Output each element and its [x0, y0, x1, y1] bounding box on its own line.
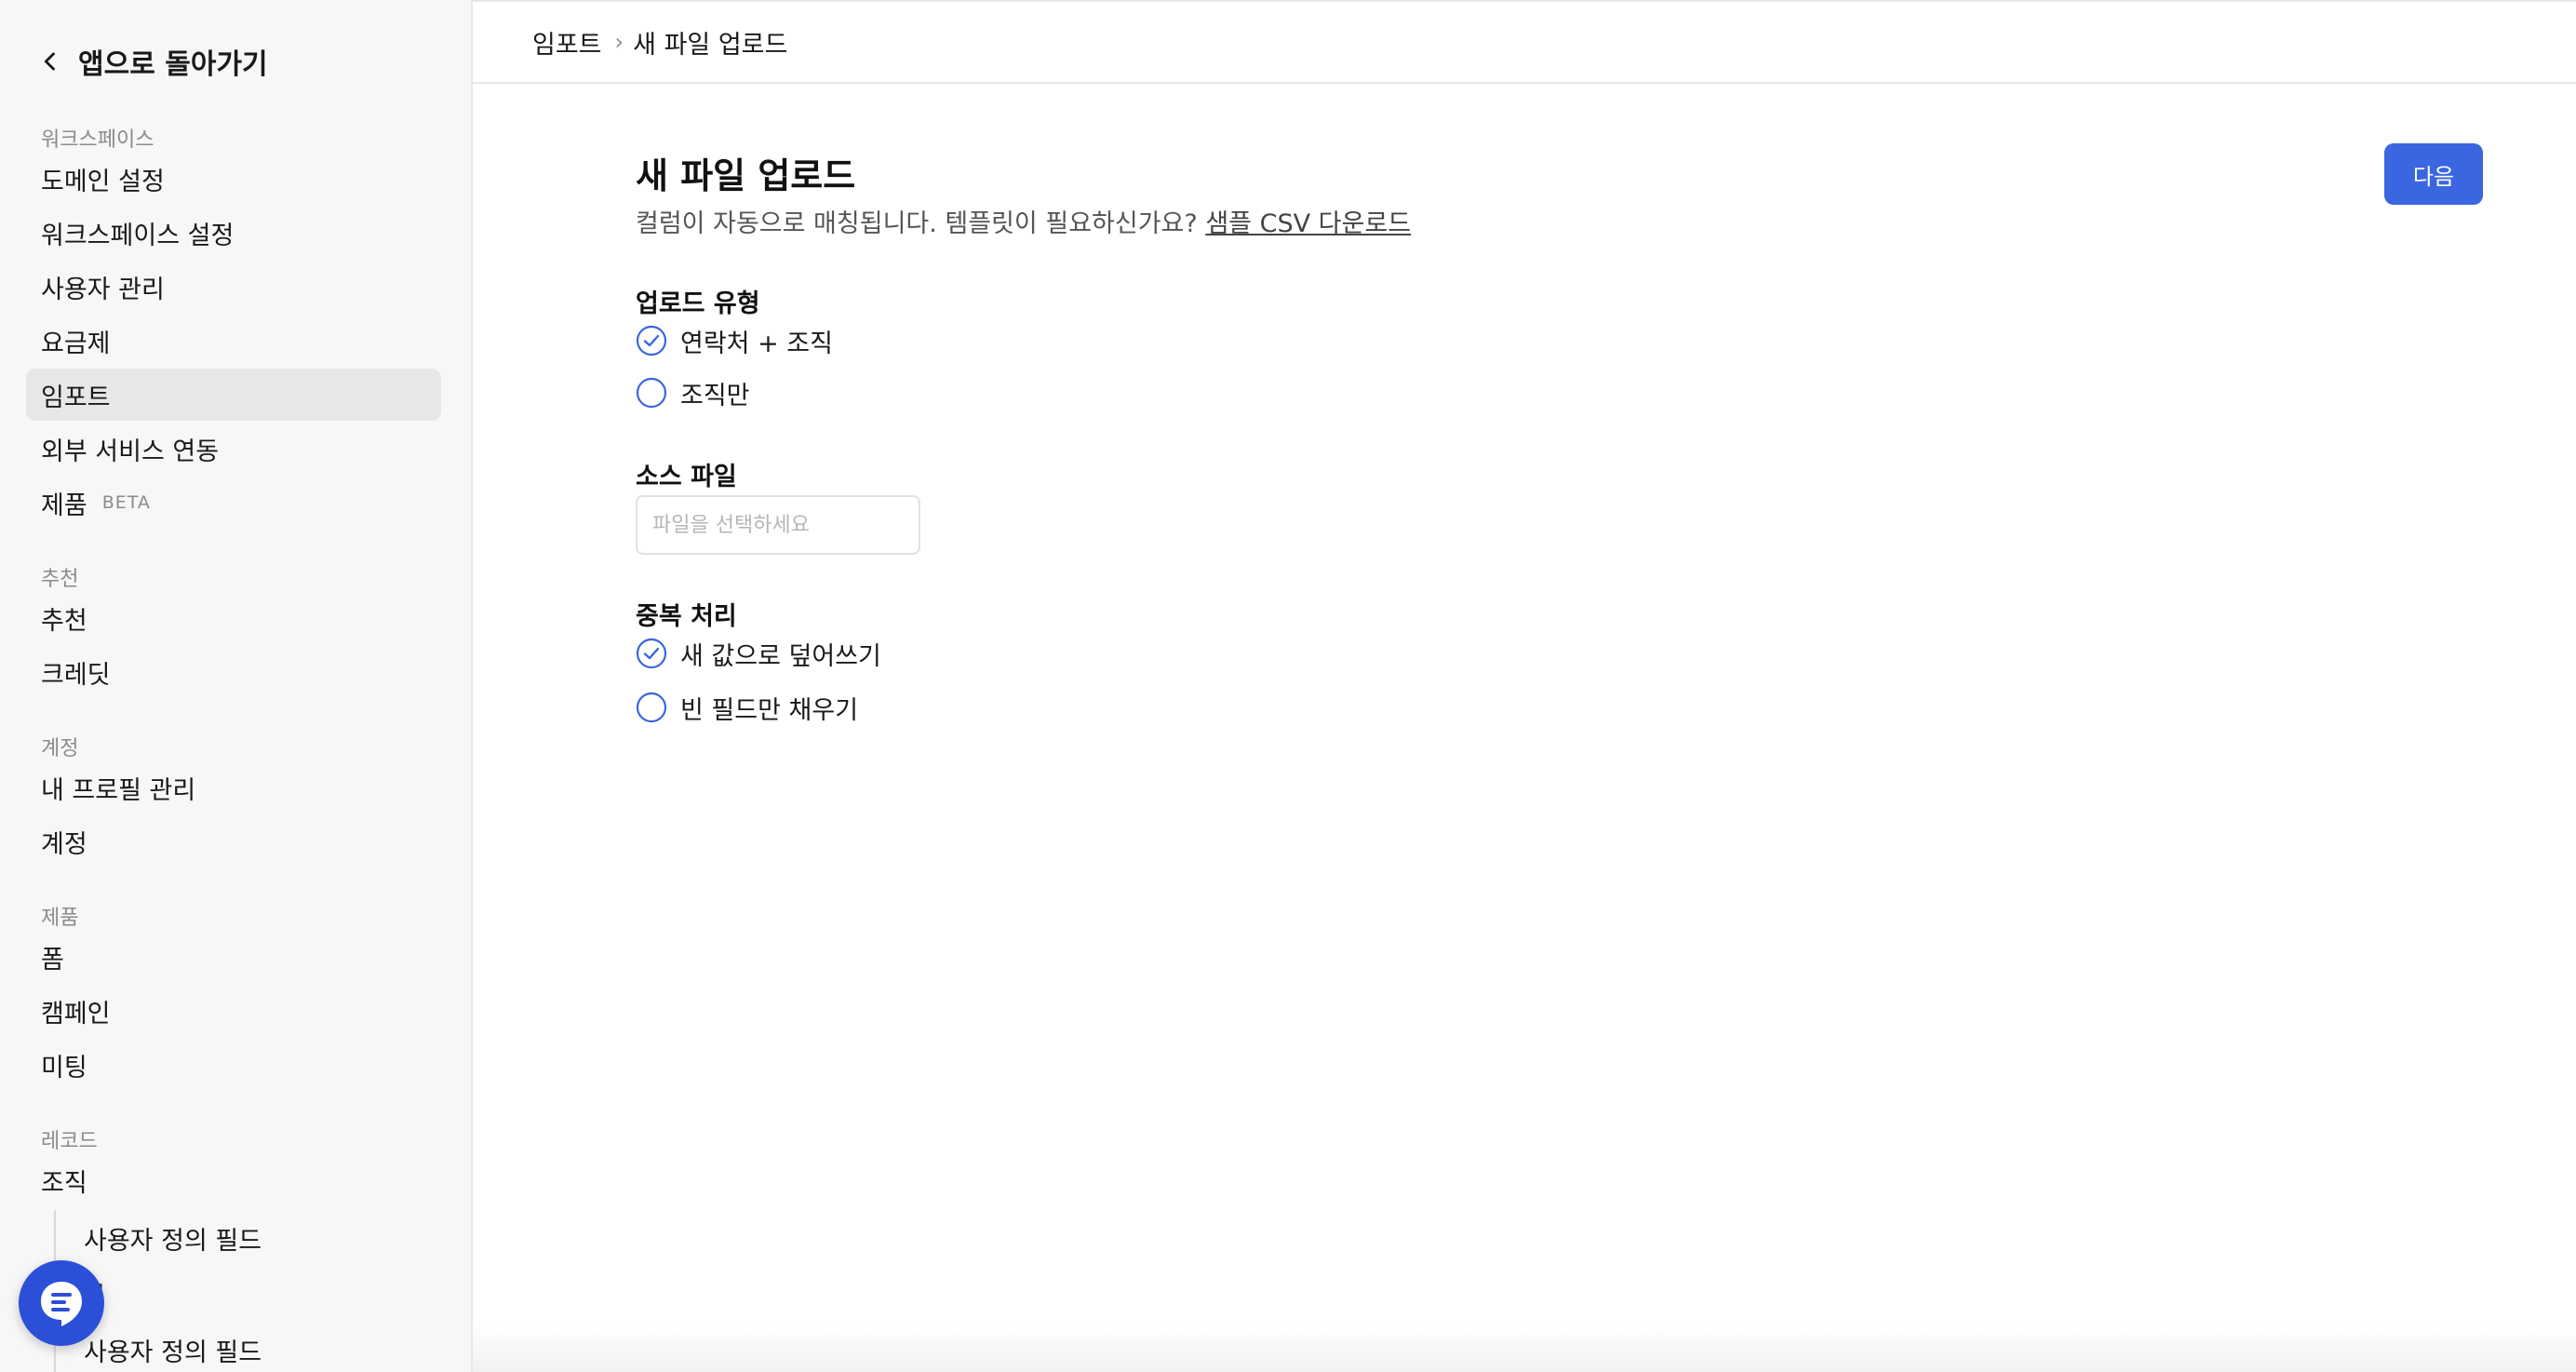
sidebar-item-import[interactable]: 임포트	[26, 369, 441, 421]
sidebar-item-label: 워크스페이스 설정	[41, 221, 235, 250]
section-label-product: 제품	[41, 907, 79, 930]
sidebar-subitem-contact-custom-fields[interactable]: 사용자 정의 필드	[84, 1324, 262, 1372]
back-to-app-link[interactable]: 앱으로 돌아가기	[37, 41, 268, 82]
radio-label: 조직만	[680, 381, 750, 410]
chat-bubble-icon	[41, 1282, 82, 1326]
source-file-label: 소스 파일	[636, 463, 737, 491]
sidebar-item-users[interactable]: 사용자 관리	[26, 261, 441, 313]
radio-label: 새 값으로 덮어쓰기	[680, 641, 881, 671]
next-button[interactable]: 다음	[2384, 143, 2483, 205]
sidebar-item-label: 미팅	[41, 1053, 87, 1083]
sidebar-item-form[interactable]: 폼	[26, 931, 441, 983]
sidebar-item-label: 사용자 정의 필드	[84, 1338, 262, 1367]
subtitle-text: 컬럼이 자동으로 매칭됩니다. 템플릿이 필요하신가요?	[636, 209, 1198, 238]
section-label-account: 계정	[41, 737, 79, 760]
breadcrumb: 임포트 › 새 파일 업로드	[473, 0, 2576, 84]
page-title: 새 파일 업로드	[636, 155, 856, 196]
section-label-workspace: 워크스페이스	[41, 128, 154, 152]
sidebar-item-account[interactable]: 계정	[26, 815, 441, 868]
sidebar-item-label: 사용자 정의 필드	[84, 1226, 262, 1256]
main-content: 새 파일 업로드 컬럼이 자동으로 매칭됩니다. 템플릿이 필요하신가요? 샘플…	[473, 84, 2576, 1372]
beta-badge: BETA	[101, 492, 151, 513]
sidebar-item-label: 도메인 설정	[41, 167, 165, 196]
sidebar-item-label: 사용자 관리	[41, 275, 165, 304]
page-subtitle: 컬럼이 자동으로 매칭됩니다. 템플릿이 필요하신가요? 샘플 CSV 다운로드	[636, 203, 1411, 239]
sidebar-item-label: 요금제	[41, 329, 111, 358]
sidebar-item-label: 내 프로필 관리	[41, 775, 196, 805]
sidebar-item-domain[interactable]: 도메인 설정	[26, 153, 441, 205]
radio-fill-empty[interactable]: 빈 필드만 채우기	[636, 687, 858, 728]
radio-contacts-and-orgs[interactable]: 연락처 + 조직	[636, 320, 833, 361]
sidebar-item-products[interactable]: 제품 BETA	[26, 477, 441, 529]
sidebar-item-label: 폼	[41, 945, 64, 975]
sidebar-item-label: 크레딧	[41, 660, 111, 690]
radio-label: 연락처 + 조직	[680, 329, 833, 358]
sidebar-item-billing[interactable]: 요금제	[26, 315, 441, 367]
radio-label: 빈 필드만 채우기	[680, 695, 859, 725]
sidebar-item-label: 추천	[41, 606, 87, 636]
breadcrumb-separator: ›	[614, 29, 624, 55]
tree-line	[54, 1210, 56, 1262]
breadcrumb-current: 새 파일 업로드	[633, 30, 788, 60]
radio-checked-icon	[636, 638, 667, 669]
chat-support-button[interactable]	[19, 1260, 104, 1346]
sidebar-item-label: 외부 서비스 연동	[41, 437, 220, 466]
sidebar-item-label: 제품	[41, 491, 87, 520]
source-file-input[interactable]	[636, 495, 920, 555]
sidebar-item-organization[interactable]: 조직	[26, 1154, 441, 1206]
sidebar-item-label: 계정	[41, 829, 87, 859]
bottom-fade	[473, 1325, 2576, 1372]
app-root: 앱으로 돌아가기 워크스페이스 도메인 설정 워크스페이스 설정 사용자 관리 …	[0, 0, 2576, 1372]
sidebar-item-label: 조직	[41, 1168, 87, 1198]
chevron-left-icon	[44, 52, 55, 71]
back-label: 앱으로 돌아가기	[78, 48, 268, 81]
sidebar: 앱으로 돌아가기 워크스페이스 도메인 설정 워크스페이스 설정 사용자 관리 …	[0, 0, 473, 1372]
breadcrumb-parent-link[interactable]: 임포트	[532, 24, 602, 61]
radio-unchecked-icon	[636, 692, 667, 723]
radio-overwrite[interactable]: 새 값으로 덮어쓰기	[636, 633, 881, 674]
section-label-records: 레코드	[41, 1130, 98, 1153]
sidebar-item-campaign[interactable]: 캠페인	[26, 985, 441, 1037]
sidebar-item-label: 캠페인	[41, 999, 111, 1029]
sidebar-item-integrations[interactable]: 외부 서비스 연동	[26, 423, 441, 475]
sidebar-item-meeting[interactable]: 미팅	[26, 1039, 441, 1091]
sidebar-item-label: 임포트	[41, 383, 111, 412]
sidebar-item-profile[interactable]: 내 프로필 관리	[26, 761, 441, 814]
sidebar-subitem-org-custom-fields[interactable]: 사용자 정의 필드	[84, 1212, 262, 1264]
dedupe-label: 중복 처리	[636, 602, 737, 631]
radio-checked-icon	[636, 325, 667, 356]
sidebar-item-workspace-settings[interactable]: 워크스페이스 설정	[26, 207, 441, 259]
sidebar-item-credit[interactable]: 크레딧	[26, 646, 441, 698]
sample-csv-download-link[interactable]: 샘플 CSV 다운로드	[1205, 209, 1411, 238]
upload-type-label: 업로드 유형	[636, 289, 760, 318]
radio-orgs-only[interactable]: 조직만	[636, 372, 750, 413]
section-label-referral: 추천	[41, 568, 79, 591]
radio-unchecked-icon	[636, 377, 667, 409]
sidebar-item-referral[interactable]: 추천	[26, 592, 441, 644]
